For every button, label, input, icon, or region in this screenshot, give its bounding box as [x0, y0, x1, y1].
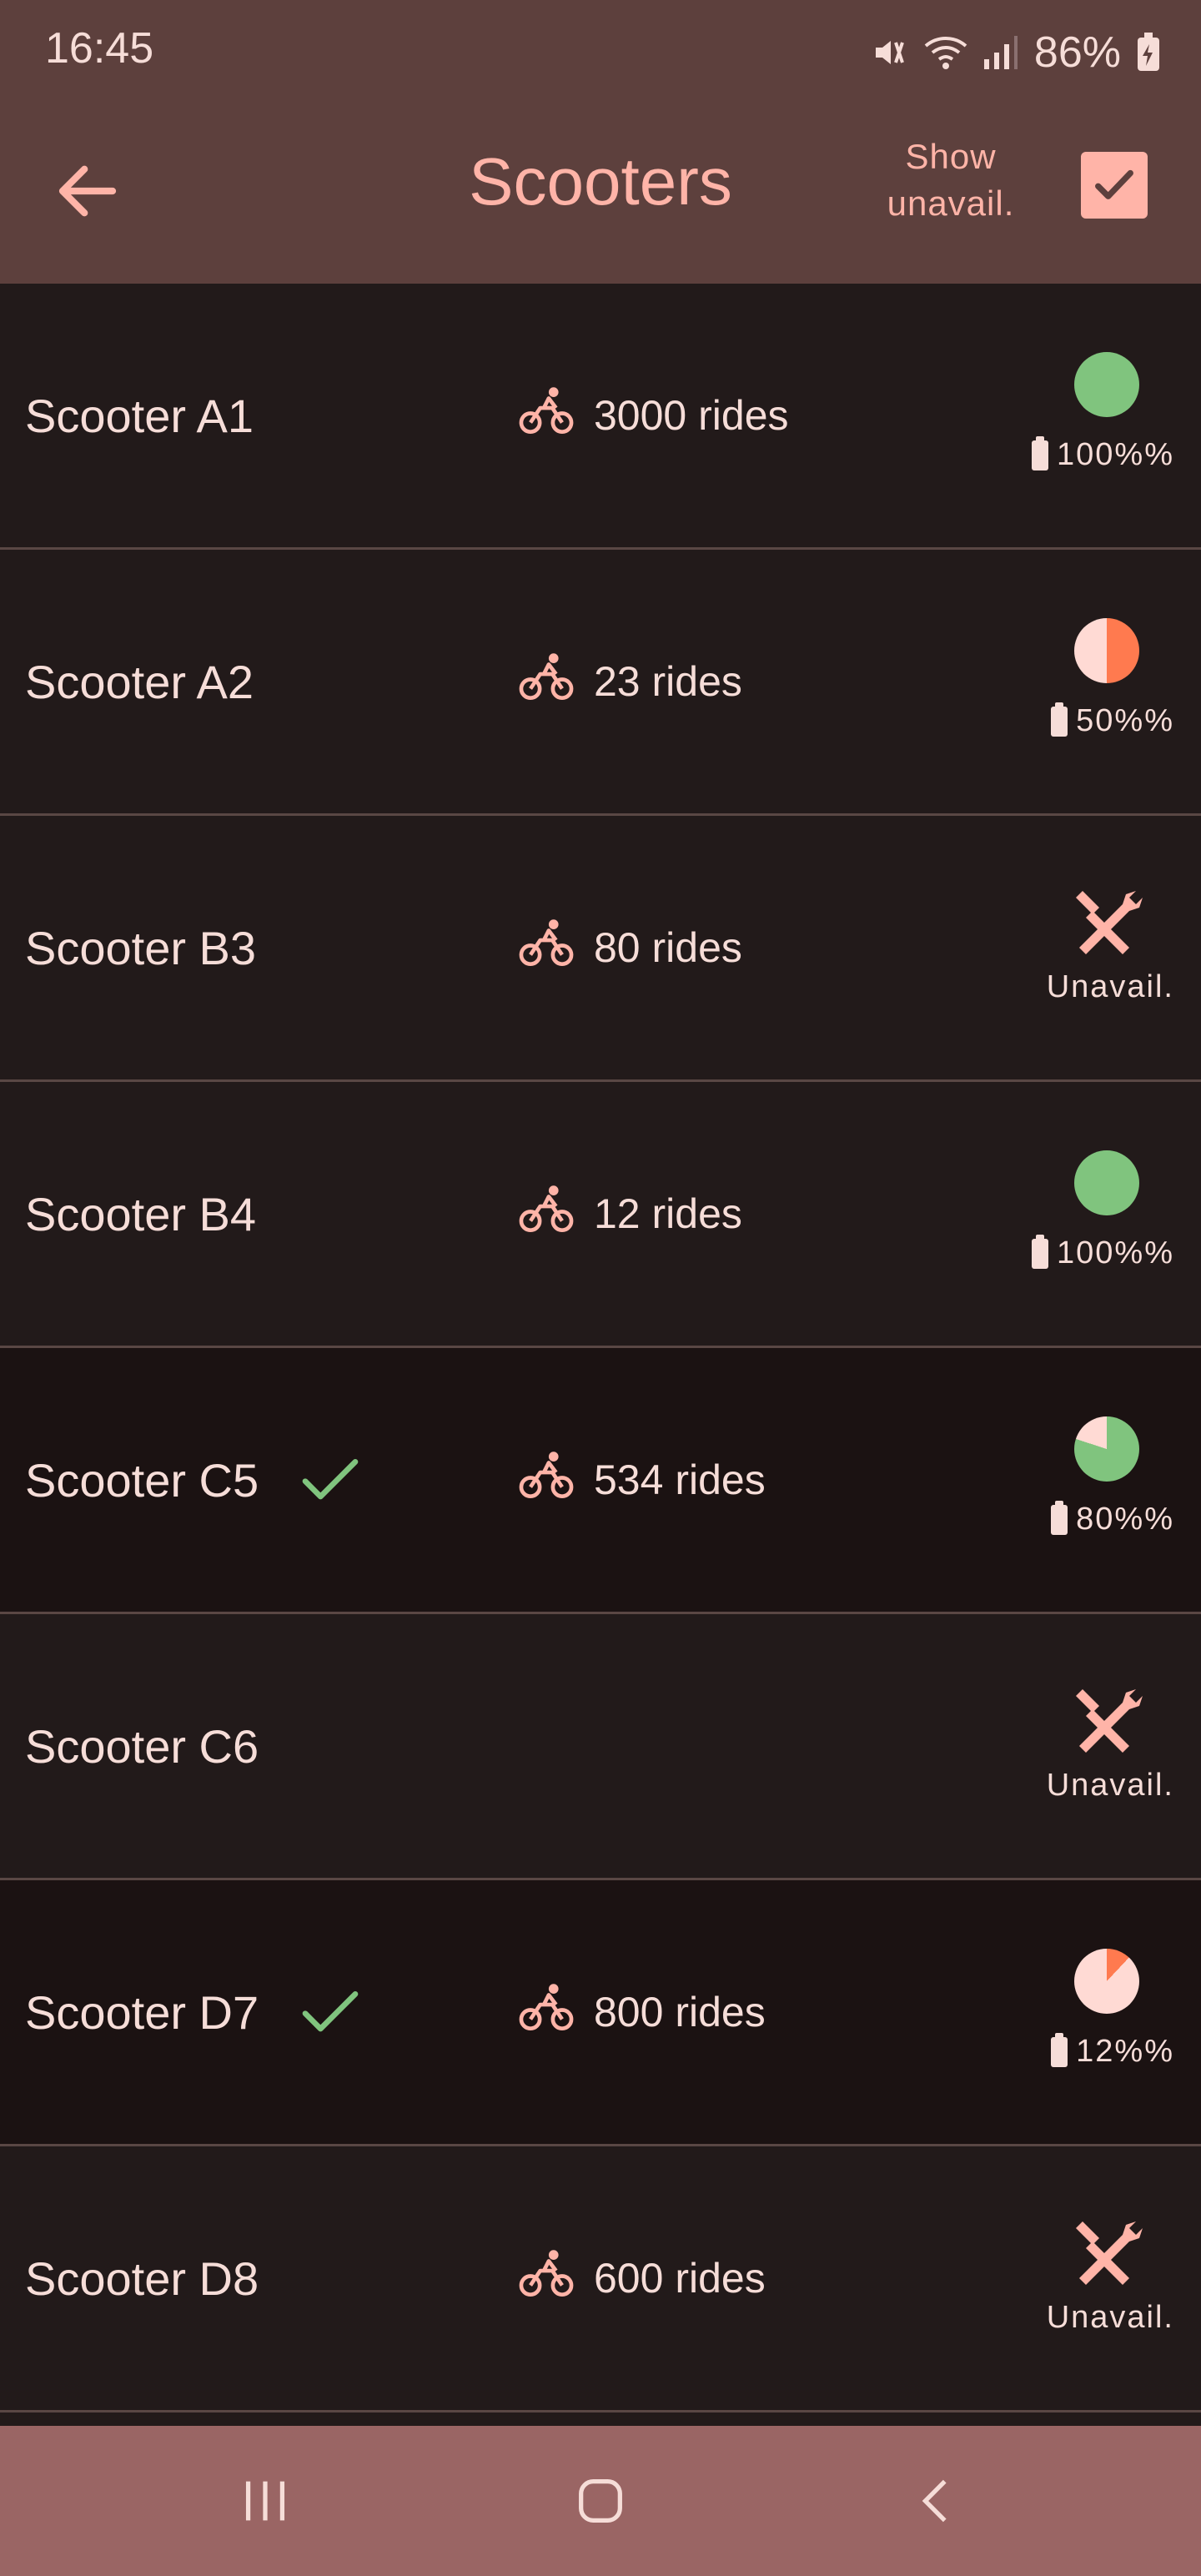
- scooter-name: Scooter B3: [25, 921, 257, 974]
- battery-charging-icon: [1136, 33, 1161, 73]
- mute-icon: [869, 33, 909, 73]
- battery-percent: 86%: [1033, 28, 1121, 77]
- status-icons: 86%: [869, 23, 1161, 82]
- battery-pie-icon: [1074, 1416, 1139, 1482]
- rides-label: 800 rides: [594, 1989, 766, 2035]
- chevron-left-icon: [922, 2479, 947, 2523]
- rides-count: 800 rides: [517, 1880, 766, 2144]
- scooter-row[interactable]: Scooter C6 Unavail.: [0, 1614, 1201, 1880]
- bike-rider-icon: [517, 1180, 575, 1248]
- check-icon: [297, 1446, 364, 1513]
- scooter-row[interactable]: Scooter D7 800 rides 12%%: [0, 1880, 1201, 2146]
- battery-level: 12%%: [1051, 2032, 1174, 2070]
- status-indicator: 50%%: [991, 618, 1174, 752]
- status-indicator: 80%%: [991, 1416, 1174, 1550]
- status-indicator: 100%%: [991, 1150, 1174, 1284]
- app-bar: Scooters Show unavail.: [0, 103, 1201, 284]
- battery-percent-label: 80%%: [1076, 1502, 1174, 1537]
- show-unavailable-label[interactable]: Show unavail.: [867, 133, 1034, 227]
- scooter-row[interactable]: Scooter C5 534 rides 80%%: [0, 1348, 1201, 1614]
- rides-label: 12 rides: [594, 1190, 742, 1237]
- scooter-row[interactable]: Scooter B3 80 rides Unavail.: [0, 816, 1201, 1082]
- signal-icon: [982, 33, 1019, 73]
- unavailable-label: Unavail.: [1046, 1768, 1174, 1803]
- bike-rider-icon: [517, 1978, 575, 2046]
- status-bar: 16:45 86%: [0, 0, 1201, 103]
- arrow-back-icon: [58, 165, 117, 217]
- tools-icon: [1066, 881, 1146, 961]
- scooter-list: Scooter A1 3000 rides 100%% Scooter A2 23 ri…: [0, 284, 1201, 2412]
- bike-rider-icon: [517, 913, 575, 982]
- battery-level: 100%%: [1032, 1234, 1174, 1271]
- rides-label: 600 rides: [594, 2255, 766, 2302]
- scooter-name: Scooter A2: [25, 655, 254, 708]
- battery-percent-label: 50%%: [1076, 703, 1174, 738]
- unavailable-label: Unavail.: [1046, 969, 1174, 1004]
- battery-percent-label: 100%%: [1057, 1235, 1174, 1270]
- wifi-icon: [924, 33, 967, 73]
- tools-icon: [1066, 2211, 1146, 2292]
- status-indicator: Unavail.: [991, 2215, 1174, 2348]
- status-time: 16:45: [45, 24, 154, 73]
- status-indicator: Unavail.: [991, 1683, 1174, 1816]
- battery-level: 100%%: [1032, 435, 1174, 473]
- battery-level: 80%%: [1051, 1500, 1174, 1537]
- bike-rider-icon: [517, 1446, 575, 1514]
- battery-percent-label: 12%%: [1076, 2034, 1174, 2069]
- battery-pie-icon: [1074, 352, 1139, 417]
- battery-pie-icon: [1074, 1150, 1139, 1215]
- battery-pie-icon: [1074, 1949, 1139, 2014]
- battery-percent-label: 100%%: [1057, 437, 1174, 472]
- rides-count: 80 rides: [517, 816, 742, 1079]
- page-title: Scooters: [469, 144, 732, 219]
- scooter-name: Scooter D8: [25, 2251, 259, 2305]
- rides-label: 534 rides: [594, 1457, 766, 1503]
- bike-rider-icon: [517, 381, 575, 450]
- battery-pie-icon: [1074, 618, 1139, 683]
- system-nav-bar: [0, 2426, 1201, 2576]
- home-icon: [579, 2479, 622, 2523]
- scooter-name: Scooter D7: [25, 1985, 259, 2039]
- check-icon: [1095, 169, 1133, 199]
- scooter-row[interactable]: Scooter D8 600 rides Unavail.: [0, 2146, 1201, 2412]
- home-button[interactable]: [517, 2426, 684, 2576]
- scooter-row[interactable]: Scooter A1 3000 rides 100%%: [0, 284, 1201, 550]
- back-button[interactable]: [42, 145, 133, 237]
- scooter-name: Scooter A1: [25, 389, 254, 442]
- scooter-row[interactable]: Scooter B4 12 rides 100%%: [0, 1082, 1201, 1348]
- rides-count: 534 rides: [517, 1348, 766, 1612]
- back-nav-button[interactable]: [854, 2426, 1021, 2576]
- rides-label: 3000 rides: [594, 392, 789, 439]
- scooter-row[interactable]: Scooter A2 23 rides 50%%: [0, 550, 1201, 816]
- battery-level: 50%%: [1051, 702, 1174, 739]
- unavailable-label: Unavail.: [1046, 2300, 1174, 2335]
- rides-label: 23 rides: [594, 658, 742, 705]
- rides-count: 23 rides: [517, 550, 742, 813]
- bike-rider-icon: [517, 647, 575, 716]
- battery-icon: [1032, 435, 1049, 470]
- battery-icon: [1032, 1234, 1049, 1269]
- rides-count: 3000 rides: [517, 284, 789, 547]
- rides-count: 12 rides: [517, 1082, 742, 1346]
- rides-count: 600 rides: [517, 2146, 766, 2410]
- check-icon: [297, 1979, 364, 2045]
- rides-label: 80 rides: [594, 924, 742, 971]
- tools-icon: [1066, 1679, 1146, 1759]
- scooter-name: Scooter B4: [25, 1187, 257, 1240]
- status-indicator: 100%%: [991, 352, 1174, 486]
- status-indicator: 12%%: [991, 1949, 1174, 2082]
- battery-icon: [1051, 702, 1068, 737]
- show-unavailable-checkbox[interactable]: [1081, 152, 1148, 219]
- status-indicator: Unavail.: [991, 884, 1174, 1018]
- battery-icon: [1051, 2032, 1068, 2067]
- bike-rider-icon: [517, 2244, 575, 2312]
- battery-icon: [1051, 1500, 1068, 1535]
- recent-apps-icon: [245, 2481, 285, 2521]
- recent-apps-button[interactable]: [182, 2426, 349, 2576]
- scooter-name: Scooter C5: [25, 1453, 259, 1507]
- scooter-name: Scooter C6: [25, 1719, 259, 1773]
